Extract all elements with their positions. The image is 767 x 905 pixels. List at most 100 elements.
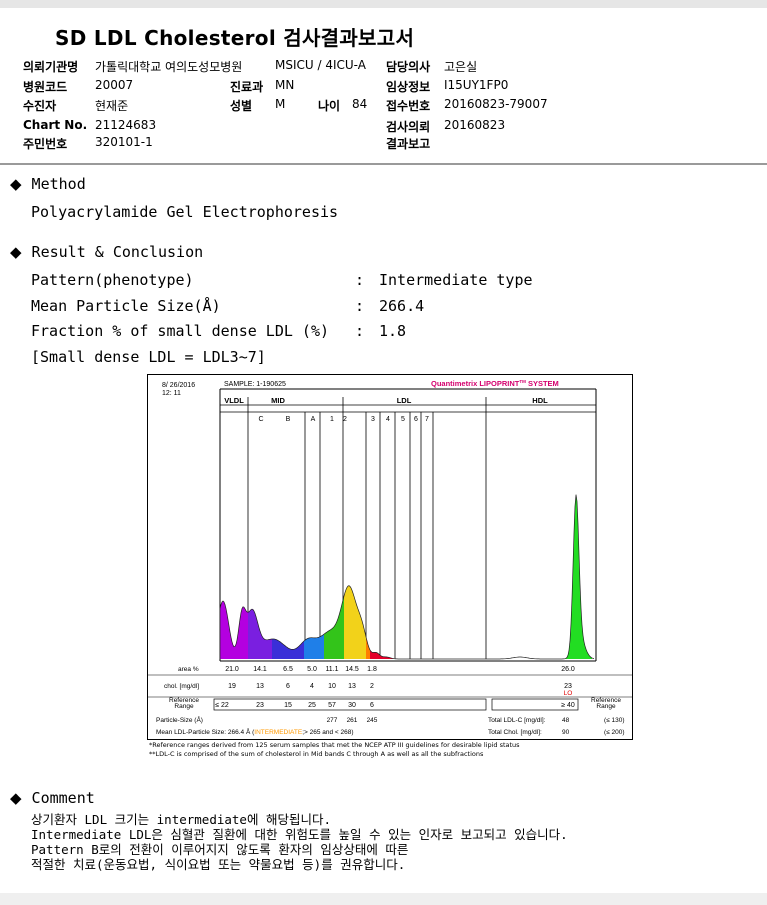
- total-ldl-value: 48: [562, 717, 570, 724]
- area-value: 5.0: [307, 666, 317, 673]
- footnote-1: *Reference ranges derived from 125 serum…: [149, 741, 520, 749]
- particle-value-1: 277: [327, 717, 338, 724]
- band-label-5: 5: [401, 416, 405, 423]
- chol-row-label: chol. [mg/dl]: [164, 683, 199, 690]
- chol-value: 13: [256, 683, 264, 690]
- chol-value: 19: [228, 683, 236, 690]
- band-label-A: A: [311, 416, 316, 423]
- ref-value: 57: [328, 702, 336, 709]
- area-value: 21.0: [225, 666, 239, 673]
- chol-value: 13: [348, 683, 356, 690]
- small-dense-note: [Small dense LDL = LDL3~7]: [31, 348, 266, 366]
- mean-size-colon: :: [355, 297, 365, 315]
- total-chol-label: Total Chol. [mg/dl]:: [488, 729, 542, 736]
- area-value: 11.1: [325, 666, 338, 673]
- area-hdl: [562, 494, 592, 659]
- result-report-label: 결과보고: [386, 137, 431, 151]
- mean-type: INTERMEDIATE: [254, 729, 303, 736]
- resident-label: 주민번호: [23, 137, 68, 151]
- request-value: 20160823: [444, 118, 506, 132]
- ref-value: 25: [308, 702, 316, 709]
- receipt-label: 접수번호: [386, 99, 431, 113]
- ref-value: 30: [348, 702, 356, 709]
- mean-label: Mean LDL-Particle Size: 266.4 Å (: [156, 727, 255, 736]
- clinical-value: I15UY1FP0: [444, 78, 509, 92]
- ward-value: MSICU / 4ICU-A: [275, 58, 366, 72]
- report-title: SD LDL Cholesterol 검사결과보고서: [55, 26, 415, 50]
- chart-no-value: 21124683: [95, 118, 157, 132]
- result-heading-text: Result & Conclusion: [31, 243, 204, 261]
- ref-right-label-2: Range: [596, 703, 616, 710]
- chart-brand-name: Quantimetrix LIPOPRINT: [431, 379, 520, 388]
- chart-brand-suffix: SYSTEM: [526, 379, 559, 388]
- comment-line-3: Pattern B로의 전환이 이루어지지 않도록 환자의 임상상태에 따른: [31, 842, 409, 857]
- band-label-3: 3: [371, 416, 375, 423]
- dept-value: MN: [275, 78, 295, 92]
- chol-value: 2: [370, 683, 374, 690]
- total-chol-value: 90: [562, 729, 570, 736]
- method-heading: ◆ Method: [10, 175, 86, 193]
- pattern-value: Intermediate type: [379, 271, 533, 289]
- comment-line-4: 적절한 치료(운동요법, 식이요법 또는 약물요법 등)를 권유합니다.: [31, 857, 406, 872]
- fraction-label: Fraction % of small dense LDL (%): [31, 322, 330, 340]
- comment-heading-text: Comment: [31, 789, 95, 807]
- ref-row-label-2: Range: [174, 703, 194, 710]
- patient-label: 수진자: [23, 99, 57, 113]
- group-hdl: HDL: [532, 396, 548, 405]
- hdl-area-value: 26.0: [561, 666, 575, 673]
- area-mid-b: [272, 639, 304, 659]
- hospital-label: 의뢰기관명: [23, 60, 79, 74]
- comment-line-1: 상기환자 LDL 크기는 intermediate에 해당됩니다.: [31, 812, 332, 827]
- comment-heading: ◆ Comment: [10, 789, 95, 807]
- band-label-C: C: [258, 416, 263, 423]
- chol-value: 10: [328, 683, 336, 690]
- fraction-value: 1.8: [379, 322, 407, 340]
- chart-brand: Quantimetrix LIPOPRINTTM SYSTEM: [431, 379, 559, 388]
- fraction-colon: :: [355, 322, 365, 340]
- age-value: 84: [352, 97, 368, 111]
- report-header: SD LDL Cholesterol 검사결과보고서 의뢰기관명 가톨릭대학교 …: [0, 0, 767, 165]
- resident-value: 320101-1: [95, 135, 153, 149]
- total-chol-ref: (≤ 200): [604, 729, 625, 736]
- area-row-label: area %: [178, 666, 199, 673]
- band-label-7: 7: [425, 416, 429, 423]
- diamond-bullet-icon: ◆: [10, 789, 22, 807]
- chart-sample: SAMPLE: 1-190625: [224, 381, 286, 388]
- chart-no-label: Chart No.: [23, 118, 88, 132]
- area-ldl4-7: [370, 649, 396, 659]
- age-label: 나이: [318, 99, 341, 113]
- group-ldl: LDL: [397, 396, 412, 405]
- code-value: 20007: [95, 78, 134, 92]
- group-mid: MID: [271, 396, 285, 405]
- result-heading: ◆ Result & Conclusion: [10, 243, 203, 261]
- hospital-value: 가톨릭대학교 여의도성모병원: [95, 60, 243, 74]
- mean-range: ;> 265 and < 268): [302, 729, 353, 736]
- band-label-1: 1: [330, 416, 334, 423]
- footnote-2: **LDL-C is comprised of the sum of chole…: [149, 750, 484, 758]
- ref-value: 23: [256, 702, 264, 709]
- doctor-value: 고은실: [444, 60, 478, 74]
- particle-label: Particle-Size (Å): [156, 715, 203, 724]
- sex-label: 성별: [230, 99, 253, 113]
- hdl-flag: LO: [564, 690, 573, 697]
- profile-outline: [219, 494, 595, 660]
- chart-time: 12: 11: [162, 390, 181, 397]
- band-label-B: B: [286, 416, 291, 423]
- area-value: 6.5: [283, 666, 293, 673]
- sex-value: M: [275, 97, 286, 111]
- ref-value: 15: [284, 702, 292, 709]
- ref-value: ≤ 22: [215, 702, 229, 709]
- area-value: 14.5: [345, 666, 359, 673]
- receipt-value: 20160823-79007: [444, 97, 548, 111]
- band-label-4: 4: [386, 416, 390, 423]
- particle-value-3: 245: [367, 717, 378, 724]
- total-ldl-label: Total LDL-C [mg/dl]:: [488, 717, 546, 724]
- doctor-label: 담당의사: [386, 60, 431, 74]
- method-text: Polyacrylamide Gel Electrophoresis: [31, 203, 339, 221]
- dept-label: 진료과: [230, 80, 264, 94]
- patient-value: 현재준: [95, 99, 129, 113]
- code-label: 병원코드: [23, 80, 68, 94]
- mean-size-line: Mean LDL-Particle Size: 266.4 Å (INTERME…: [156, 727, 354, 736]
- diamond-bullet-icon: ◆: [10, 243, 22, 261]
- chart-date: 8/ 26/2016: [162, 382, 195, 389]
